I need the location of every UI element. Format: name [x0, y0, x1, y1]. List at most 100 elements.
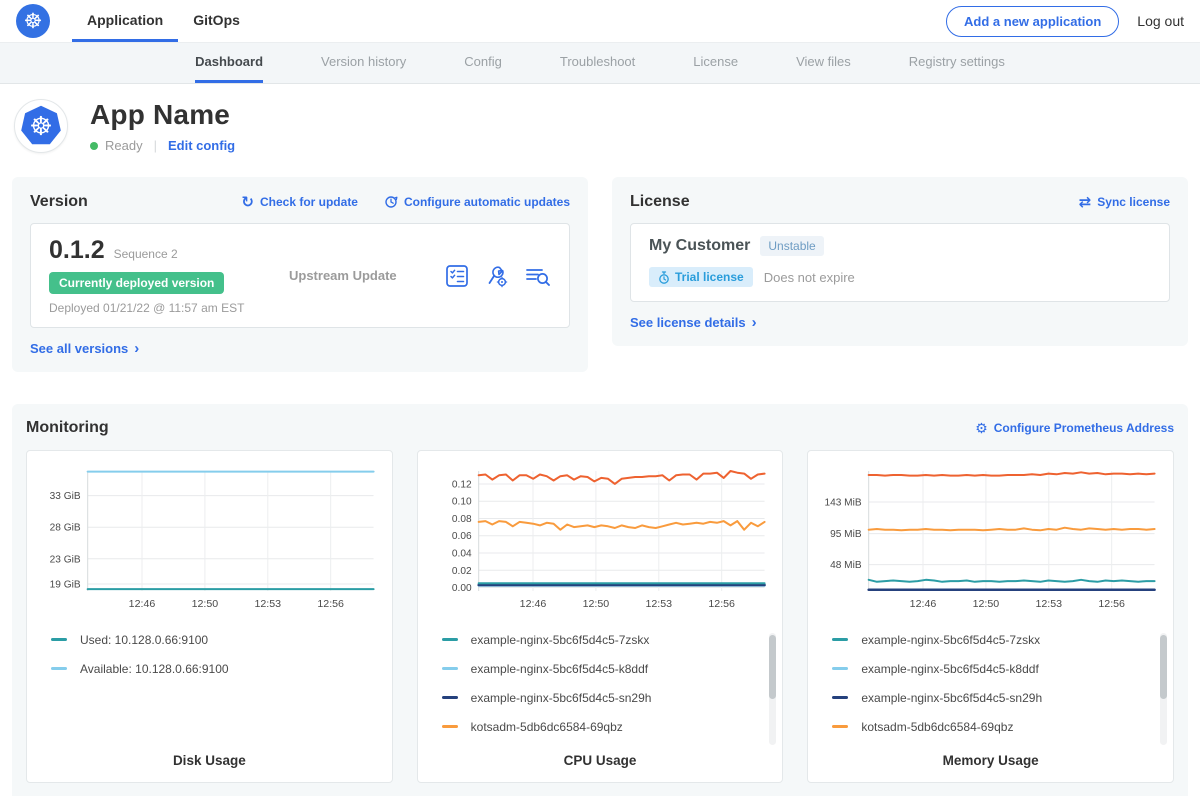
legend-label: example-nginx-5bc6f5d4c5-k8ddf: [861, 662, 1038, 676]
refresh-icon: ↻: [241, 195, 254, 210]
legend-scrollbar[interactable]: [1160, 633, 1167, 745]
trial-license-label: Trial license: [675, 270, 744, 284]
chart-title: Disk Usage: [37, 753, 382, 768]
add-new-application-button[interactable]: Add a new application: [946, 6, 1119, 37]
legend-color-dash: [832, 696, 848, 699]
log-out-link[interactable]: Log out: [1137, 13, 1184, 29]
license-card-title: License: [630, 193, 690, 211]
legend-label: Available: 10.128.0.66:9100: [80, 662, 229, 676]
subnav-item-registry-settings[interactable]: Registry settings: [909, 43, 1005, 83]
legend-color-dash: [442, 638, 458, 641]
top-nav: ☸ Application GitOps Add a new applicati…: [0, 0, 1200, 42]
svg-text:0.02: 0.02: [452, 566, 472, 577]
version-card-title: Version: [30, 193, 88, 211]
see-license-details-label: See license details: [630, 315, 746, 330]
configure-automatic-updates-link[interactable]: Configure automatic updates: [384, 195, 570, 209]
scrollbar-thumb[interactable]: [769, 635, 776, 699]
legend-item: kotsadm-5db6dc6584-69qbz: [818, 712, 1163, 741]
svg-text:23 GiB: 23 GiB: [50, 554, 81, 565]
disk-usage-chart: 33 GiB28 GiB23 GiB19 GiB12:4612:5012:531…: [37, 463, 382, 615]
preflight-checks-icon[interactable]: [445, 264, 469, 288]
check-for-update-link[interactable]: ↻ Check for update: [241, 195, 358, 210]
see-all-versions-link[interactable]: See all versions ›: [30, 341, 139, 356]
chevron-right-icon: ›: [134, 341, 139, 356]
cpu-usage-chart-card: 0.120.100.080.060.040.020.0012:4612:5012…: [417, 450, 784, 783]
svg-text:12:56: 12:56: [317, 598, 344, 610]
svg-text:12:53: 12:53: [1036, 598, 1063, 610]
monitoring-title: Monitoring: [26, 419, 109, 437]
stopwatch-icon: [658, 271, 670, 284]
subnav-item-license[interactable]: License: [693, 43, 738, 83]
svg-text:19 GiB: 19 GiB: [50, 580, 81, 591]
kubernetes-logo-icon[interactable]: ☸: [16, 4, 50, 38]
helm-wheel-glyph: ☸: [24, 11, 43, 32]
app-name-title: App Name: [90, 99, 235, 131]
divider: |: [154, 138, 157, 153]
chart-title: Memory Usage: [818, 753, 1163, 768]
check-for-update-label: Check for update: [260, 195, 358, 209]
legend-color-dash: [832, 725, 848, 728]
subnav-item-troubleshoot[interactable]: Troubleshoot: [560, 43, 635, 83]
svg-text:12:50: 12:50: [582, 598, 609, 610]
chart-legend: example-nginx-5bc6f5d4c5-7zskx example-ng…: [818, 625, 1163, 743]
license-card: License ⇄ Sync license My Customer Unsta…: [612, 177, 1188, 346]
legend-item: kotsadm-5db6dc6584-69qbz: [428, 712, 773, 741]
svg-text:12:50: 12:50: [973, 598, 1000, 610]
svg-text:143 MiB: 143 MiB: [825, 498, 862, 509]
top-nav-right: Add a new application Log out: [946, 6, 1184, 37]
tab-application[interactable]: Application: [72, 0, 178, 42]
clock-refresh-icon: [384, 195, 398, 209]
legend-color-dash: [51, 667, 67, 670]
sync-license-link[interactable]: ⇄ Sync license: [1079, 195, 1170, 210]
chart-legend: example-nginx-5bc6f5d4c5-7zskx example-ng…: [428, 625, 773, 743]
license-details-panel: My Customer Unstable Trial license Does …: [630, 223, 1170, 302]
memory-usage-chart-card: 143 MiB95 MiB48 MiB12:4612:5012:5312:56 …: [807, 450, 1174, 783]
legend-label: example-nginx-5bc6f5d4c5-sn29h: [471, 691, 652, 705]
legend-item: example-nginx-5bc6f5d4c5-sn29h: [818, 683, 1163, 712]
svg-text:12:50: 12:50: [192, 598, 219, 610]
svg-text:48 MiB: 48 MiB: [830, 560, 862, 571]
status-dot-icon: [90, 142, 98, 150]
svg-text:0.04: 0.04: [452, 549, 472, 560]
legend-item: example-nginx-5bc6f5d4c5-7zskx: [428, 625, 773, 654]
subnav-item-config[interactable]: Config: [464, 43, 502, 83]
configure-prometheus-link[interactable]: ⚙ Configure Prometheus Address: [975, 421, 1174, 435]
legend-item: example-nginx-5bc6f5d4c5-7zskx: [818, 625, 1163, 654]
app-header: ☸ App Name Ready | Edit config: [0, 84, 1200, 167]
svg-text:12:56: 12:56: [1099, 598, 1126, 610]
legend-item: Used: 10.128.0.66:9100: [37, 625, 382, 654]
deploy-logs-icon[interactable]: [525, 264, 551, 288]
deployed-timestamp: Deployed 01/21/22 @ 11:57 am EST: [49, 301, 279, 315]
cpu-usage-chart: 0.120.100.080.060.040.020.0012:4612:5012…: [428, 463, 773, 615]
see-license-details-link[interactable]: See license details ›: [630, 315, 757, 330]
svg-text:12:56: 12:56: [708, 598, 735, 610]
legend-label: example-nginx-5bc6f5d4c5-7zskx: [861, 633, 1040, 647]
app-kubernetes-icon: ☸: [14, 99, 68, 153]
subnav-item-version-history[interactable]: Version history: [321, 43, 406, 83]
svg-text:12:46: 12:46: [129, 598, 156, 610]
version-card: Version ↻ Check for update Configure aut…: [12, 177, 588, 372]
monitoring-card: Monitoring ⚙ Configure Prometheus Addres…: [12, 404, 1188, 796]
see-all-versions-label: See all versions: [30, 341, 128, 356]
configure-automatic-updates-label: Configure automatic updates: [404, 195, 570, 209]
legend-color-dash: [51, 638, 67, 641]
svg-text:0.00: 0.00: [452, 583, 472, 594]
legend-color-dash: [832, 667, 848, 670]
version-number: 0.1.2: [49, 236, 105, 265]
legend-color-dash: [832, 638, 848, 641]
subnav-item-view-files[interactable]: View files: [796, 43, 851, 83]
legend-scrollbar[interactable]: [769, 633, 776, 745]
memory-usage-chart: 143 MiB95 MiB48 MiB12:4612:5012:5312:56: [818, 463, 1163, 615]
tab-gitops[interactable]: GitOps: [178, 0, 255, 42]
svg-text:28 GiB: 28 GiB: [50, 523, 81, 534]
scrollbar-thumb[interactable]: [1160, 635, 1167, 699]
edit-config-link[interactable]: Edit config: [168, 138, 235, 153]
legend-color-dash: [442, 696, 458, 699]
gear-icon: ⚙: [975, 421, 988, 435]
subnav-item-dashboard[interactable]: Dashboard: [195, 43, 263, 83]
config-wrench-icon[interactable]: [485, 264, 509, 288]
sync-license-label: Sync license: [1097, 195, 1170, 209]
legend-label: example-nginx-5bc6f5d4c5-7zskx: [471, 633, 650, 647]
legend-label: example-nginx-5bc6f5d4c5-sn29h: [861, 691, 1042, 705]
legend-item: example-nginx-5bc6f5d4c5-sn29h: [428, 683, 773, 712]
